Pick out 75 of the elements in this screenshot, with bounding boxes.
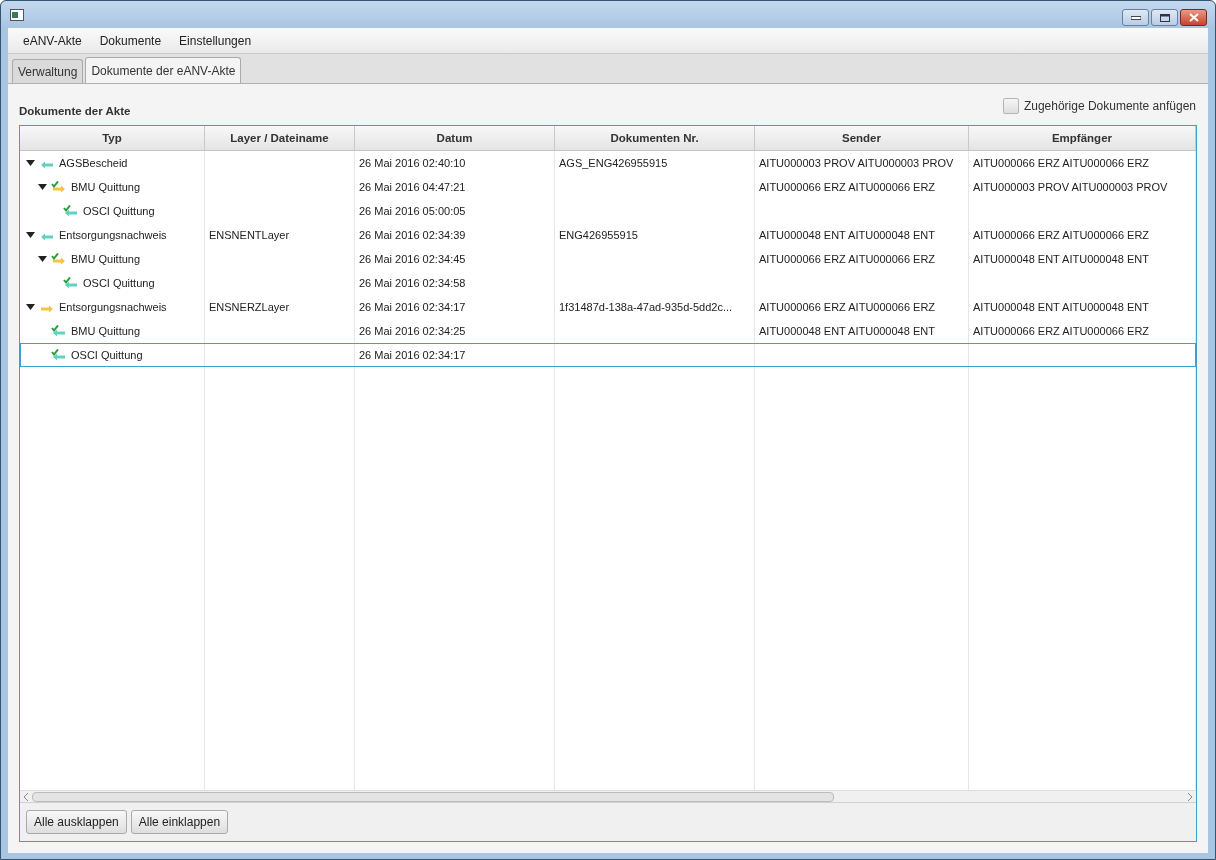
horizontal-scrollbar[interactable] (20, 790, 1196, 802)
table-cell: AITU000066 ERZ AITU000066 ERZ (759, 181, 936, 193)
table-cell: AITU000048 ENT AITU000048 ENT (973, 253, 1149, 265)
table-row[interactable]: OSCI Quittung 26 Mai 2016 02:34:58 (20, 271, 1196, 295)
table-cell: 26 Mai 2016 02:34:58 (359, 277, 466, 289)
scroll-left-icon[interactable] (23, 792, 29, 801)
action-button[interactable]: Alle einklappen (130, 810, 229, 834)
close-button[interactable] (1180, 9, 1207, 26)
type-text: BMU Quittung (71, 325, 141, 337)
table-cell: AITU000003 PROV AITU000003 PROV (973, 181, 1168, 193)
table-cell: 26 Mai 2016 04:47:21 (359, 181, 466, 193)
table-row[interactable]: Entsorgungsnachweis ENSNENTLayer 26 Mai 2016 02:34:39 ENG426955915 AITU000048 ENT AITU000048 ENT AITU000066 ERZ AITU000066 ERZ (20, 223, 1196, 247)
type-text: Entsorgungsnachweis (59, 301, 167, 313)
expanded-triangle-icon[interactable] (26, 303, 35, 311)
table-cell: AITU000066 ERZ AITU000066 ERZ (973, 229, 1150, 241)
column-header[interactable]: Empfänger (969, 126, 1196, 150)
type-text: AGSBescheid (59, 157, 128, 169)
table-cell: 26 Mai 2016 02:34:17 (359, 349, 466, 361)
table-row[interactable]: BMU Quittung 26 Mai 2016 02:34:25 AITU000048 ENT AITU000048 ENT AITU000066 ERZ AITU000066 ERZ (20, 319, 1196, 343)
table-row[interactable]: OSCI Quittung 26 Mai 2016 02:34:17 (20, 343, 1196, 367)
table-row[interactable]: BMU Quittung 26 Mai 2016 02:34:45 AITU000066 ERZ AITU000066 ERZ AITU000048 ENT AITU000048 ENT (20, 247, 1196, 271)
action-button[interactable]: Alle ausklappen (26, 810, 127, 834)
table-cell: 1f31487d-138a-47ad-935d-5dd2c... (559, 301, 733, 313)
tab[interactable]: Dokumente der eANV-Akte (85, 57, 242, 83)
table-cell: 26 Mai 2016 02:34:45 (359, 253, 466, 265)
column-header[interactable]: Layer / Dateiname (205, 126, 355, 150)
table-row[interactable]: Entsorgungsnachweis ENSNERZLayer 26 Mai 2016 02:34:17 1f31487d-138a-47ad-935d-5dd2c... AITU000066 ERZ AITU000066 ERZ AITU000048 ENT AITU000048 ENT (20, 295, 1196, 319)
table-row[interactable]: BMU Quittung 26 Mai 2016 04:47:21 AITU000066 ERZ AITU000066 ERZ AITU000003 PROV AITU000003 PROV (20, 175, 1196, 199)
table-cell: 26 Mai 2016 05:00:05 (359, 205, 466, 217)
table-cell: AITU000003 PROV AITU000003 PROV (759, 157, 954, 169)
column-header[interactable]: Dokumenten Nr. (555, 126, 755, 150)
type-text: OSCI Quittung (71, 349, 143, 361)
menu-item[interactable]: Einstellungen (170, 33, 261, 48)
minimize-button[interactable] (1122, 9, 1149, 26)
table-cell: AGS_ENG426955915 (559, 157, 668, 169)
table-row[interactable]: AGSBescheid 26 Mai 2016 02:40:10 AGS_ENG426955915 AITU000003 PROV AITU000003 PROV AITU000066 ERZ AITU000066 ERZ (20, 151, 1196, 175)
table-cell: AITU000048 ENT AITU000048 ENT (759, 325, 935, 337)
tab[interactable]: Verwaltung (12, 59, 84, 83)
table-cell: AITU000066 ERZ AITU000066 ERZ (973, 157, 1150, 169)
table-cell: ENSNENTLayer (209, 229, 290, 241)
column-header[interactable]: Datum (355, 126, 555, 150)
section-title: Dokumente der Akte (19, 104, 131, 117)
table-cell: AITU000066 ERZ AITU000066 ERZ (759, 253, 936, 265)
expanded-triangle-icon[interactable] (38, 183, 47, 191)
column-header[interactable]: Sender (755, 126, 969, 150)
table-cell: AITU000048 ENT AITU000048 ENT (973, 301, 1149, 313)
table-cell: 26 Mai 2016 02:34:17 (359, 301, 466, 313)
column-header[interactable]: Typ (20, 126, 205, 150)
table-cell: 26 Mai 2016 02:34:25 (359, 325, 466, 337)
table-cell: 26 Mai 2016 02:40:10 (359, 157, 466, 169)
table-cell: 26 Mai 2016 02:34:39 (359, 229, 466, 241)
type-text: OSCI Quittung (83, 277, 155, 289)
table-cell: AITU000066 ERZ AITU000066 ERZ (759, 301, 936, 313)
expanded-triangle-icon[interactable] (38, 255, 47, 263)
type-text: BMU Quittung (71, 181, 141, 193)
checkbox-label: Zugehörige Dokumente anfügen (1023, 98, 1196, 113)
table-cell: ENG426955915 (559, 229, 638, 241)
type-text: BMU Quittung (71, 253, 141, 265)
minimize-icon (1130, 15, 1141, 20)
table-row[interactable]: OSCI Quittung 26 Mai 2016 05:00:05 (20, 199, 1196, 223)
menu-item[interactable]: Dokumente (90, 33, 171, 48)
type-text: Entsorgungsnachweis (59, 229, 167, 241)
close-icon (1188, 13, 1199, 22)
scroll-right-icon[interactable] (1187, 792, 1193, 801)
maximize-icon (1159, 13, 1170, 22)
app-icon (10, 8, 24, 21)
expanded-triangle-icon[interactable] (26, 159, 35, 167)
maximize-button[interactable] (1151, 9, 1178, 26)
type-text: OSCI Quittung (83, 205, 155, 217)
table-cell: AITU000066 ERZ AITU000066 ERZ (973, 325, 1150, 337)
table-cell: AITU000048 ENT AITU000048 ENT (759, 229, 935, 241)
menu-item[interactable]: eANV-Akte (14, 33, 91, 48)
table-cell: ENSNERZLayer (209, 301, 290, 313)
checkbox[interactable] (1002, 97, 1019, 114)
expanded-triangle-icon[interactable] (26, 231, 35, 239)
